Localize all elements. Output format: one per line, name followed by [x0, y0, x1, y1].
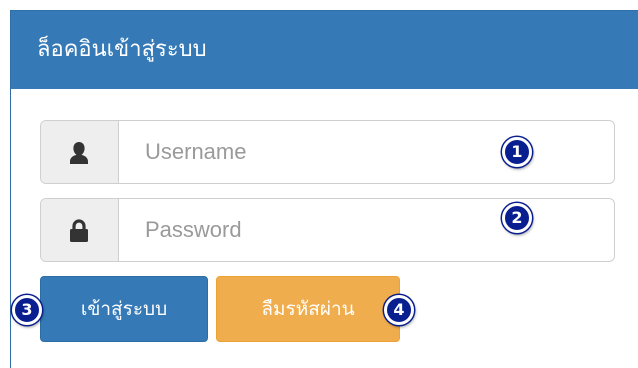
annotation-badge-1: 1	[502, 137, 532, 167]
forgot-password-button[interactable]: ลืมรหัสผ่าน	[216, 276, 400, 342]
user-icon-addon	[41, 121, 119, 183]
user-icon	[70, 142, 88, 164]
username-field[interactable]	[119, 121, 614, 183]
login-button[interactable]: เข้าสู่ระบบ	[40, 276, 208, 342]
panel-heading: ล็อคอินเข้าสู่ระบบ	[11, 11, 638, 89]
password-input-group	[40, 198, 615, 262]
lock-icon-addon	[41, 199, 119, 261]
annotation-badge-3: 3	[12, 295, 42, 325]
panel-title: ล็อคอินเข้าสู่ระบบ	[37, 37, 207, 62]
annotation-badge-2: 2	[502, 203, 532, 233]
annotation-badge-4: 4	[384, 295, 414, 325]
lock-icon	[70, 219, 88, 242]
password-field[interactable]	[119, 199, 614, 261]
